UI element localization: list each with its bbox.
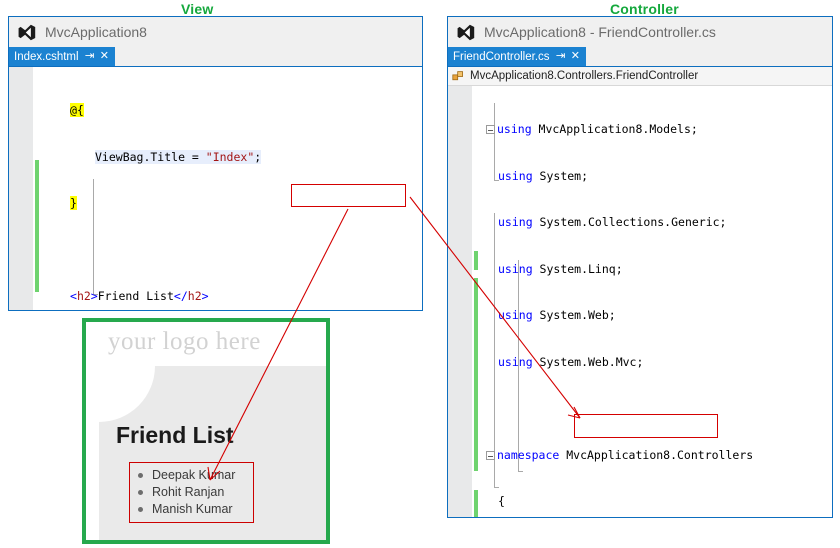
controller-gutter <box>448 86 472 517</box>
view-tabstrip: Index.cshtml ⇥ ✕ <box>9 47 422 67</box>
caption-controller: Controller <box>610 1 679 17</box>
friend-list-box: Deepak Kumar Rohit Ranjan Manish Kumar <box>129 462 255 523</box>
controller-code-lines: using MvcApplication8.Models; using Syst… <box>478 91 832 517</box>
screenshot-root: View Controller MvcApplication8 Index.cs… <box>0 0 840 548</box>
view-window-title: MvcApplication8 <box>45 24 147 40</box>
list-item: Manish Kumar <box>136 501 235 518</box>
controller-window-titlebar: MvcApplication8 - FriendController.cs <box>448 17 832 47</box>
code-line: { <box>498 494 505 508</box>
view-editor-window: MvcApplication8 Index.cshtml ⇥ ✕ @{ View… <box>8 16 423 311</box>
page-heading: Friend List <box>116 422 234 448</box>
code-line: ViewBag.Title = "Index"; <box>95 149 262 164</box>
view-code-lines: @{ ViewBag.Title = "Index"; } <h2>Friend… <box>39 72 422 310</box>
fold-toggle[interactable] <box>486 450 495 460</box>
pin-icon[interactable]: ⇥ <box>84 51 94 62</box>
controller-breadcrumb[interactable]: MvcApplication8.Controllers.FriendContro… <box>448 67 832 86</box>
controller-editor-window: MvcApplication8 - FriendController.cs Fr… <box>447 16 833 518</box>
code-line: using System.Linq; <box>498 261 623 276</box>
code-line: } <box>70 196 77 210</box>
view-window-titlebar: MvcApplication8 <box>9 17 422 47</box>
code-line: using System.Collections.Generic; <box>498 215 727 229</box>
code-line: using System.Web.Mvc; <box>498 354 644 369</box>
code-line: namespace MvcApplication8.Controllers <box>478 448 832 464</box>
site-logo-text: your logo here <box>108 328 261 355</box>
code-line: using System.Web; <box>498 308 616 322</box>
view-code-editor[interactable]: @{ ViewBag.Title = "Index"; } <h2>Friend… <box>9 67 422 310</box>
visual-studio-logo-icon <box>18 24 36 40</box>
fold-toggle[interactable] <box>486 125 495 134</box>
breadcrumb-text: MvcApplication8.Controllers.FriendContro… <box>470 70 699 82</box>
tab-label: FriendController.cs <box>453 50 550 63</box>
caption-view: View <box>181 1 214 17</box>
visual-studio-logo-icon <box>457 24 475 40</box>
browser-preview: your logo here Friend List Deepak Kumar … <box>82 318 330 544</box>
tab-index-cshtml[interactable]: Index.cshtml ⇥ ✕ <box>9 47 115 66</box>
list-item: Deepak Kumar <box>136 467 235 484</box>
code-line: <h2>Friend List</h2> <box>70 289 209 303</box>
code-line: @{ <box>70 103 84 117</box>
controller-tabstrip: FriendController.cs ⇥ ✕ <box>448 47 832 67</box>
class-icon <box>452 70 463 80</box>
controller-code-editor[interactable]: using MvcApplication8.Models; using Syst… <box>448 86 832 517</box>
close-icon[interactable]: ✕ <box>571 51 580 62</box>
preview-page-body: Friend List Deepak Kumar Rohit Ranjan Ma… <box>99 366 326 540</box>
code-line: using System; <box>498 168 589 183</box>
list-item: Rohit Ranjan <box>136 484 235 501</box>
code-line: using MvcApplication8.Models; <box>478 122 832 138</box>
friend-list: Deepak Kumar Rohit Ranjan Manish Kumar <box>136 467 235 518</box>
controller-window-title: MvcApplication8 - FriendController.cs <box>484 24 716 40</box>
view-gutter <box>9 67 33 310</box>
close-icon[interactable]: ✕ <box>100 51 109 62</box>
pin-icon[interactable]: ⇥ <box>555 51 565 62</box>
corner-cutout <box>99 366 155 422</box>
tab-label: Index.cshtml <box>14 50 79 63</box>
tab-friendcontroller-cs[interactable]: FriendController.cs ⇥ ✕ <box>448 47 586 66</box>
